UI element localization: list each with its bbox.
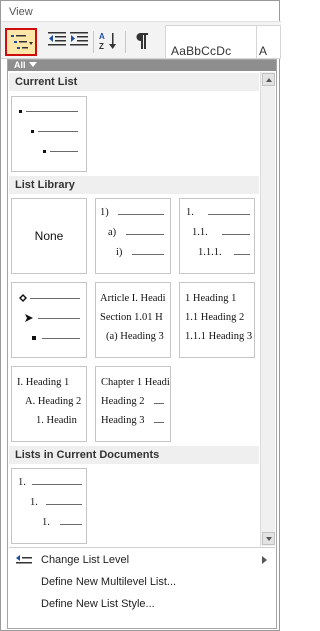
menu-define-list-style[interactable]: Define New List Style...	[9, 593, 275, 615]
section-lists-in-documents: Lists in Current Documents	[9, 446, 259, 464]
current-list-tile[interactable]	[11, 96, 87, 172]
menu-item-label: Define New Multilevel List...	[41, 576, 177, 588]
decrease-indent-icon[interactable]	[47, 31, 67, 49]
level-1-text: 1 Heading 1	[185, 293, 237, 304]
arrow-up-icon	[266, 78, 272, 82]
list-line	[126, 234, 164, 235]
square-bullet-icon	[32, 336, 36, 340]
level-3-text: Heading 3	[101, 415, 145, 426]
svg-text:Z: Z	[99, 42, 104, 51]
list-line	[46, 504, 82, 505]
multilevel-list-icon	[11, 35, 33, 49]
list-line	[38, 318, 80, 319]
gallery-scrollbar[interactable]	[260, 72, 275, 546]
ribbon-separator	[93, 31, 94, 53]
list-line	[26, 111, 78, 112]
document-list-tile[interactable]: 1. 1. 1.	[11, 468, 87, 544]
list-style-symbol-bullets[interactable]	[11, 282, 87, 358]
level-3-marker: 1.1.1.	[198, 247, 222, 258]
sort-icon[interactable]: A Z	[98, 31, 120, 51]
change-list-level-icon	[16, 555, 32, 564]
level-2-text: Section 1.01 H	[100, 312, 163, 323]
section-current-list: Current List	[9, 73, 259, 91]
style-preview-text: AaBbCcDc	[171, 44, 232, 58]
menu-divider	[9, 547, 275, 548]
list-line	[154, 403, 164, 404]
list-line	[154, 422, 164, 423]
list-style-none[interactable]: None	[11, 198, 87, 274]
filter-dropdown[interactable]: All	[14, 60, 37, 71]
level-3-marker: i)	[116, 247, 123, 258]
level-2-marker: 1.1.	[192, 227, 208, 238]
list-line	[234, 254, 250, 255]
level-3-text: 1. Headin	[36, 415, 77, 426]
list-line	[50, 151, 78, 152]
menu-change-list-level[interactable]: Change List Level	[9, 549, 275, 571]
menu-define-multilevel-list[interactable]: Define New Multilevel List...	[9, 571, 275, 593]
menu-item-label: Change List Level	[41, 554, 130, 566]
filter-bar[interactable]: All	[8, 60, 276, 71]
section-list-library: List Library	[9, 176, 259, 194]
list-style-decimal[interactable]: 1. 1.1. 1.1.1.	[179, 198, 255, 274]
list-style-heading-numbered[interactable]: 1 Heading 1 1.1 Heading 2 1.1.1 Heading …	[179, 282, 255, 358]
arrow-down-icon	[266, 537, 272, 541]
bullet-dot	[31, 130, 34, 133]
level-3-marker: 1.	[42, 517, 50, 528]
level-2-marker: 1.	[30, 497, 38, 508]
multilevel-list-dropdown-window: View A Z AaBbCcDc A All Current List Lis…	[0, 0, 281, 631]
level-1-marker: 1)	[100, 207, 109, 218]
level-3-text: 1.1.1 Heading 3	[185, 331, 253, 342]
level-1-text: Article I. Headi	[100, 293, 166, 304]
list-line	[30, 298, 80, 299]
level-1-text: Chapter 1 Headi	[101, 377, 170, 388]
list-line	[42, 338, 80, 339]
svg-text:A: A	[99, 32, 105, 41]
list-line	[208, 214, 250, 215]
level-1-marker: 1.	[18, 477, 26, 488]
list-line	[222, 234, 250, 235]
list-line	[118, 214, 164, 215]
menu-item-label: Define New List Style...	[41, 598, 155, 610]
level-1-text: I. Heading 1	[17, 377, 70, 388]
level-2-text: A. Heading 2	[25, 396, 82, 407]
level-2-text: Heading 2	[101, 396, 145, 407]
increase-indent-icon[interactable]	[69, 31, 89, 49]
list-line	[32, 484, 82, 485]
scroll-up-button[interactable]	[262, 73, 275, 86]
submenu-arrow-icon	[262, 556, 267, 564]
none-label: None	[34, 229, 64, 243]
list-style-numbered-parenthesis[interactable]: 1) a) i)	[95, 198, 171, 274]
list-style-chapter-heading[interactable]: Chapter 1 Headi Heading 2 Heading 3	[95, 366, 171, 442]
list-line	[38, 131, 78, 132]
list-style-article-section[interactable]: Article I. Headi Section 1.01 H (a) Head…	[95, 282, 171, 358]
level-2-text: 1.1 Heading 2	[185, 312, 245, 323]
bullet-dot	[43, 150, 46, 153]
list-line	[60, 524, 82, 525]
level-3-text: (a) Heading 3	[106, 331, 164, 342]
ribbon-separator	[125, 31, 126, 53]
chevron-down-icon	[28, 62, 37, 67]
list-line	[132, 254, 164, 255]
filter-label: All	[14, 60, 26, 70]
level-1-marker: 1.	[186, 207, 194, 218]
level-2-marker: a)	[108, 227, 117, 238]
view-tab[interactable]: View	[9, 6, 33, 18]
style-preview-text-2: A	[259, 44, 268, 58]
list-style-roman-heading[interactable]: I. Heading 1 A. Heading 2 1. Headin	[11, 366, 87, 442]
arrow-bullet-icon	[25, 314, 33, 322]
pilcrow-icon[interactable]	[134, 31, 150, 51]
list-gallery-panel: All Current List List Library None 1) a)…	[7, 59, 277, 629]
scroll-down-button[interactable]	[262, 532, 275, 545]
diamond-bullet-icon	[19, 294, 27, 302]
multilevel-list-button[interactable]	[5, 28, 37, 56]
bullet-dot	[19, 110, 22, 113]
